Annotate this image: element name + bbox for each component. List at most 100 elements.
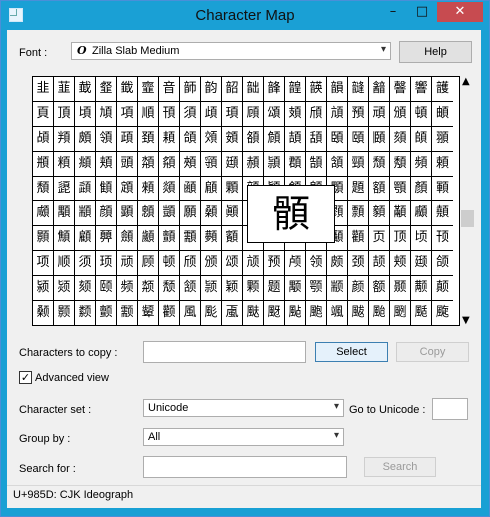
scroll-up-icon[interactable]: ▲ — [462, 76, 470, 87]
character-cell[interactable]: 頢 — [306, 126, 327, 152]
character-cell[interactable]: 顭 — [201, 226, 222, 252]
character-cell[interactable]: 顗 — [159, 201, 180, 227]
character-cell[interactable]: 颯 — [327, 301, 348, 326]
character-cell[interactable]: 頜 — [180, 126, 201, 152]
character-cell[interactable]: 頨 — [432, 127, 453, 152]
character-cell[interactable]: 顿 — [159, 251, 180, 277]
character-cell[interactable]: 顖 — [138, 201, 159, 227]
character-cell[interactable]: 顠 — [348, 201, 369, 227]
character-cell[interactable]: 頦 — [390, 126, 411, 152]
character-cell[interactable]: 音 — [159, 77, 180, 102]
character-cell[interactable]: 颋 — [411, 251, 432, 277]
character-cell[interactable]: 颩 — [201, 301, 222, 326]
character-cell[interactable]: 頯 — [159, 151, 180, 177]
character-cell[interactable]: 頌 — [264, 101, 285, 127]
character-cell[interactable]: 顚 — [222, 201, 243, 227]
character-cell[interactable]: 預 — [348, 101, 369, 127]
character-cell[interactable]: 頃 — [75, 101, 96, 127]
character-cell[interactable]: 顴 — [348, 226, 369, 252]
character-cell[interactable]: 頠 — [264, 126, 285, 152]
character-cell[interactable]: 順 — [138, 101, 159, 127]
character-cell[interactable]: 颡 — [33, 301, 54, 326]
character-cell[interactable]: 顒 — [54, 201, 75, 227]
character-cell[interactable]: 韭 — [33, 77, 54, 102]
character-cell[interactable]: 頾 — [54, 176, 75, 202]
character-cell[interactable]: 頡 — [285, 126, 306, 152]
character-cell[interactable]: 顾 — [138, 251, 159, 277]
character-cell[interactable]: 颅 — [285, 251, 306, 277]
character-cell[interactable]: 頸 — [348, 151, 369, 177]
character-cell[interactable]: 頎 — [306, 101, 327, 127]
character-cell[interactable]: 颞 — [390, 276, 411, 302]
character-cell[interactable]: 顢 — [390, 201, 411, 227]
font-dropdown[interactable]: O Zilla Slab Medium ▾ — [71, 42, 391, 60]
search-button[interactable]: Search — [364, 457, 436, 477]
character-cell[interactable]: 頞 — [222, 126, 243, 152]
character-cell[interactable]: 頣 — [327, 126, 348, 152]
advanced-view-checkbox[interactable]: ✓ — [19, 371, 32, 384]
character-cell[interactable]: 颀 — [180, 251, 201, 277]
character-cell[interactable]: 韰 — [96, 77, 117, 102]
character-cell[interactable]: 頲 — [222, 151, 243, 177]
character-cell[interactable]: 颭 — [285, 301, 306, 326]
character-cell[interactable]: 韵 — [201, 77, 222, 102]
character-cell[interactable]: 頬 — [96, 151, 117, 177]
character-cell[interactable]: 顮 — [222, 226, 243, 252]
minimize-button[interactable]: – — [379, 2, 407, 22]
character-cell[interactable]: 颗 — [243, 276, 264, 302]
character-cell[interactable]: 顕 — [117, 201, 138, 227]
character-cell[interactable]: 領 — [96, 126, 117, 152]
character-cell[interactable]: 頵 — [285, 151, 306, 177]
close-button[interactable]: ✕ — [437, 2, 483, 22]
character-cell[interactable]: 韺 — [306, 77, 327, 102]
character-cell[interactable]: 頏 — [327, 101, 348, 127]
character-cell[interactable]: 颲 — [390, 301, 411, 326]
character-cell[interactable]: 頓 — [411, 101, 432, 127]
character-cell[interactable]: 韲 — [138, 77, 159, 102]
character-cell[interactable]: 頚 — [138, 126, 159, 152]
character-cell[interactable]: 题 — [264, 276, 285, 302]
character-cell[interactable]: 顷 — [411, 226, 432, 252]
character-cell[interactable]: 颴 — [432, 301, 453, 326]
character-cell[interactable]: 顎 — [390, 176, 411, 202]
character-cell[interactable]: 頖 — [54, 126, 75, 152]
character-cell[interactable]: 顦 — [54, 226, 75, 252]
character-cell[interactable]: 頔 — [432, 102, 453, 127]
character-cell[interactable]: 频 — [117, 276, 138, 302]
scroll-thumb[interactable] — [461, 210, 474, 227]
character-cell[interactable]: 颔 — [180, 276, 201, 302]
character-cell[interactable]: 颓 — [159, 276, 180, 302]
title-bar[interactable]: Character Map – □ ✕ — [1, 1, 489, 31]
character-cell[interactable]: 頮 — [138, 151, 159, 177]
character-cell[interactable]: 页 — [369, 226, 390, 252]
character-cell[interactable]: 頗 — [75, 126, 96, 152]
character-cell[interactable]: 風 — [180, 301, 201, 326]
character-cell[interactable]: 颛 — [327, 276, 348, 302]
character-cell[interactable]: 顐 — [432, 177, 453, 202]
character-cell[interactable]: 颠 — [432, 276, 453, 302]
character-cell[interactable]: 頽 — [33, 176, 54, 202]
character-cell[interactable]: 韸 — [264, 77, 285, 102]
character-cell[interactable]: 颐 — [96, 276, 117, 302]
character-cell[interactable]: 顔 — [96, 201, 117, 227]
character-cell[interactable]: 頁 — [33, 101, 54, 127]
character-cell[interactable]: 顁 — [117, 176, 138, 202]
character-cell[interactable]: 颕 — [201, 276, 222, 302]
character-cell[interactable]: 頰 — [180, 151, 201, 177]
character-cell[interactable]: 顅 — [201, 176, 222, 202]
character-cell[interactable]: 顬 — [180, 226, 201, 252]
character-cell[interactable]: 颃 — [243, 251, 264, 277]
character-cell[interactable]: 颟 — [411, 276, 432, 302]
scroll-down-icon[interactable]: ▼ — [462, 315, 470, 326]
character-cell[interactable]: 颖 — [222, 276, 243, 302]
character-cell[interactable]: 頑 — [369, 101, 390, 127]
character-cell[interactable]: 頳 — [243, 151, 264, 177]
character-cell[interactable]: 頩 — [33, 151, 54, 177]
character-cell[interactable]: 頝 — [201, 126, 222, 152]
character-cell[interactable]: 颤 — [96, 301, 117, 326]
character-cell[interactable]: 顥 — [33, 226, 54, 252]
character-cell[interactable]: 顆 — [222, 176, 243, 202]
character-cell[interactable]: 頹 — [369, 151, 390, 177]
character-cell[interactable]: 颳 — [411, 301, 432, 326]
character-cell[interactable]: 颇 — [327, 251, 348, 277]
